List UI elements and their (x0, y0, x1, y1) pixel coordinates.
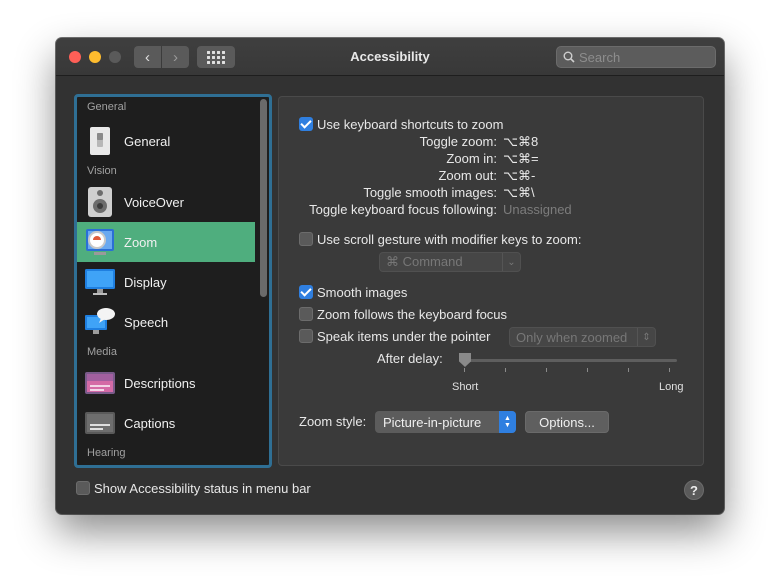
magnifier-icon (84, 226, 116, 258)
preferences-window: ‹ › Accessibility General (56, 38, 724, 514)
checkbox-unchecked[interactable] (299, 329, 313, 343)
delay-label: After delay: (377, 351, 443, 366)
checkbox-unchecked[interactable] (299, 232, 313, 246)
slider-tick (587, 368, 588, 372)
checkbox-checked[interactable] (299, 117, 313, 131)
descriptions-icon (84, 367, 116, 399)
help-button[interactable]: ? (684, 480, 704, 500)
sidebar-item-label: Descriptions (124, 375, 196, 391)
sidebar-item-speech[interactable]: Speech (77, 302, 255, 342)
chevron-down-icon: ⌄ (502, 253, 520, 271)
checkbox-unchecked[interactable] (76, 481, 90, 495)
slider-tick (669, 368, 670, 372)
sidebar-item-zoom[interactable]: Zoom (77, 222, 255, 262)
keyboard-shortcuts-checkbox[interactable]: Use keyboard shortcuts to zoom (299, 117, 503, 132)
slider-max-label: Long (659, 381, 684, 393)
speak-items-popup[interactable]: Only when zoomed ⇕ (509, 327, 656, 347)
category-sidebar[interactable]: General General Vision VoiceOver Zoom Di… (74, 94, 272, 468)
search-field[interactable] (556, 46, 716, 68)
sidebar-item-captions[interactable]: Captions (77, 403, 255, 443)
scroll-gesture-checkbox[interactable]: Use scroll gesture with modifier keys to… (299, 232, 581, 247)
speaker-icon (84, 186, 116, 218)
slider-tick (628, 368, 629, 372)
search-input[interactable] (579, 49, 709, 65)
sidebar-section-hearing: Hearing (87, 447, 126, 459)
speak-items-checkbox[interactable]: Speak items under the pointer (299, 329, 490, 344)
sidebar-item-voiceover[interactable]: VoiceOver (77, 182, 255, 222)
sidebar-section-general: General (87, 101, 127, 113)
sidebar-item-label: Captions (124, 415, 176, 431)
shortcut-smooth-images: Toggle smooth images: ⌥⌘\ (363, 185, 535, 200)
smooth-images-checkbox[interactable]: Smooth images (299, 285, 407, 300)
search-icon (563, 51, 575, 63)
sidebar-item-general[interactable]: General (77, 121, 255, 161)
switch-icon (84, 125, 116, 157)
zoom-style-popup[interactable]: Picture-in-picture ▲ ▼ (375, 411, 516, 433)
title-bar: ‹ › Accessibility (56, 38, 724, 76)
chevron-updown-icon: ▲ ▼ (499, 411, 516, 433)
shortcut-keyboard-focus: Toggle keyboard focus following: Unassign… (309, 202, 572, 217)
sidebar-item-label: Display (124, 274, 167, 290)
modifier-key-popup[interactable]: ⌘ Command ⌄ (379, 252, 521, 272)
shortcut-toggle-zoom: Toggle zoom: ⌥⌘8 (419, 134, 539, 149)
slider-tick (546, 368, 547, 372)
shortcut-zoom-in: Zoom in: ⌥⌘= (446, 151, 539, 166)
options-button[interactable]: Options... (525, 411, 609, 433)
sidebar-item-label: VoiceOver (124, 194, 184, 210)
shortcut-zoom-out: Zoom out: ⌥⌘- (438, 168, 536, 183)
zoom-settings-pane: Use keyboard shortcuts to zoom Toggle zo… (278, 96, 704, 466)
slider-tick (464, 368, 465, 372)
delay-slider-thumb[interactable] (459, 353, 471, 367)
sidebar-section-vision: Vision (87, 165, 117, 177)
show-status-checkbox[interactable]: Show Accessibility status in menu bar (76, 481, 311, 496)
slider-tick (505, 368, 506, 372)
delay-slider-track[interactable] (459, 359, 677, 362)
sidebar-item-label: General (124, 133, 171, 149)
follow-focus-checkbox[interactable]: Zoom follows the keyboard focus (299, 307, 507, 322)
sidebar-item-label: Zoom (124, 234, 158, 250)
sidebar-section-media: Media (87, 346, 117, 358)
checkbox-checked[interactable] (299, 285, 313, 299)
sidebar-scrollbar[interactable] (260, 99, 267, 297)
sidebar-item-display[interactable]: Display (77, 262, 255, 302)
sidebar-item-descriptions[interactable]: Descriptions (77, 363, 255, 403)
slider-min-label: Short (452, 381, 479, 393)
sidebar-item-label: Speech (124, 314, 169, 330)
monitor-icon (84, 266, 116, 298)
checkbox-unchecked[interactable] (299, 307, 313, 321)
chevron-updown-icon: ⇕ (637, 328, 655, 346)
zoom-style-label: Zoom style: (299, 414, 367, 429)
captions-icon (84, 407, 116, 439)
speech-bubble-icon (84, 306, 116, 338)
